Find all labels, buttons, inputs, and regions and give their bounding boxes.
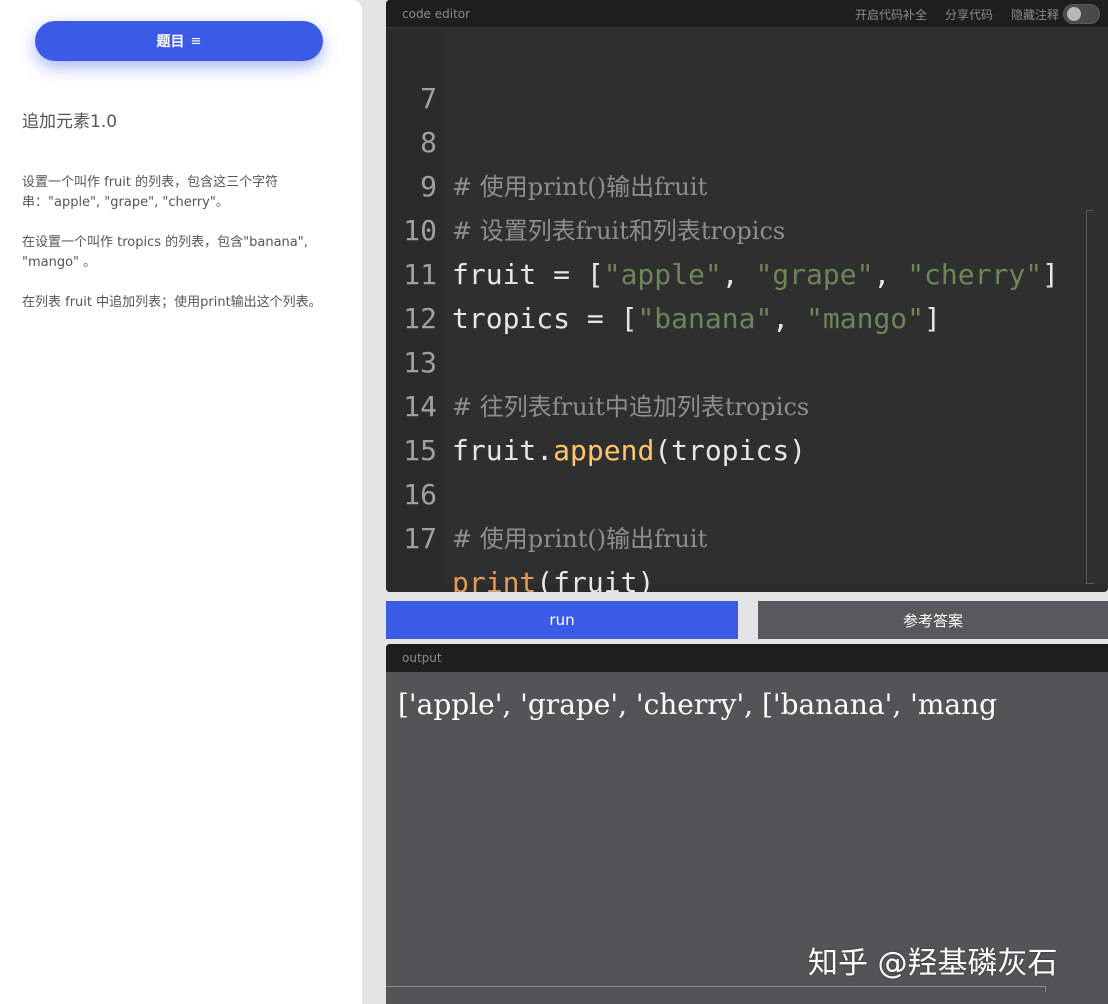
autocomplete-button[interactable]: 开启代码补全	[855, 6, 927, 23]
run-button[interactable]: run	[386, 601, 738, 639]
editor-actions: 开启代码补全 分享代码 隐藏注释	[855, 4, 1100, 24]
topic-button[interactable]: 题目 ≡	[35, 21, 323, 61]
code-line: 16 # 使用print()输出fruit	[386, 429, 1108, 553]
reference-answer-button[interactable]: 参考答案	[758, 601, 1108, 639]
share-code-button[interactable]: 分享代码	[945, 6, 993, 23]
code-line: 17 print(fruit)	[386, 473, 1108, 592]
output-text: ['apple', 'grape', 'cherry', ['banana', …	[398, 688, 998, 721]
hide-comments-control[interactable]: 隐藏注释	[1011, 4, 1100, 24]
code-line: 11 tropics = ["banana", "mango"]	[386, 209, 1108, 335]
output-title: output	[402, 651, 442, 665]
menu-list-icon: ≡	[190, 33, 202, 49]
task-title: 追加元素1.0	[22, 112, 118, 132]
task-paragraph: 在设置一个叫作 tropics 的列表，包含"banana", "mango" …	[22, 235, 308, 270]
builtin-keyword: print	[452, 566, 537, 592]
watermark: 知乎 @羟基磷灰石	[808, 946, 1058, 981]
code-line: 7	[386, 33, 1108, 115]
output-scrollbar[interactable]	[386, 986, 1046, 992]
code-comment: # 使用print()输出fruit	[452, 525, 708, 553]
code-line: 13 # 往列表fruit中追加列表tropics	[386, 297, 1108, 421]
code-line: 8 # 使用print()输出fruit	[386, 77, 1108, 201]
task-paragraph: 设置一个叫作 fruit 的列表，包含这三个字符串："apple", "grap…	[22, 175, 279, 210]
topic-button-label: 题目	[156, 34, 185, 50]
hide-comments-toggle[interactable]	[1063, 4, 1100, 24]
line-number: 17	[403, 522, 437, 555]
code-line: 12	[386, 253, 1108, 335]
editor-header: code editor 开启代码补全 分享代码 隐藏注释	[386, 0, 1108, 28]
code-line: 10 fruit = ["apple", "grape", "cherry"]	[386, 165, 1108, 291]
code-line: 14 fruit.append(tropics)	[386, 341, 1108, 467]
code-editor[interactable]: code editor 开启代码补全 分享代码 隐藏注释 7 8 # 使用pri…	[386, 0, 1108, 592]
hide-comments-label: 隐藏注释	[1010, 7, 1059, 22]
output-header: output	[386, 644, 1108, 672]
task-panel: 题目 ≡ 追加元素1.0 设置一个叫作 fruit 的列表，包含这三个字符串："…	[0, 0, 362, 1004]
task-paragraph: 在列表 fruit 中追加列表；使用print输出这个列表。	[22, 295, 322, 310]
code-text: print(fruit)	[452, 561, 654, 592]
code-line: 15	[386, 385, 1108, 467]
editor-scrollbar[interactable]	[1086, 210, 1094, 584]
code-line: 9 # 设置列表fruit和列表tropics	[386, 121, 1108, 245]
task-description: 设置一个叫作 fruit 的列表，包含这三个字符串："apple", "grap…	[22, 173, 322, 333]
editor-title: code editor	[402, 7, 471, 21]
